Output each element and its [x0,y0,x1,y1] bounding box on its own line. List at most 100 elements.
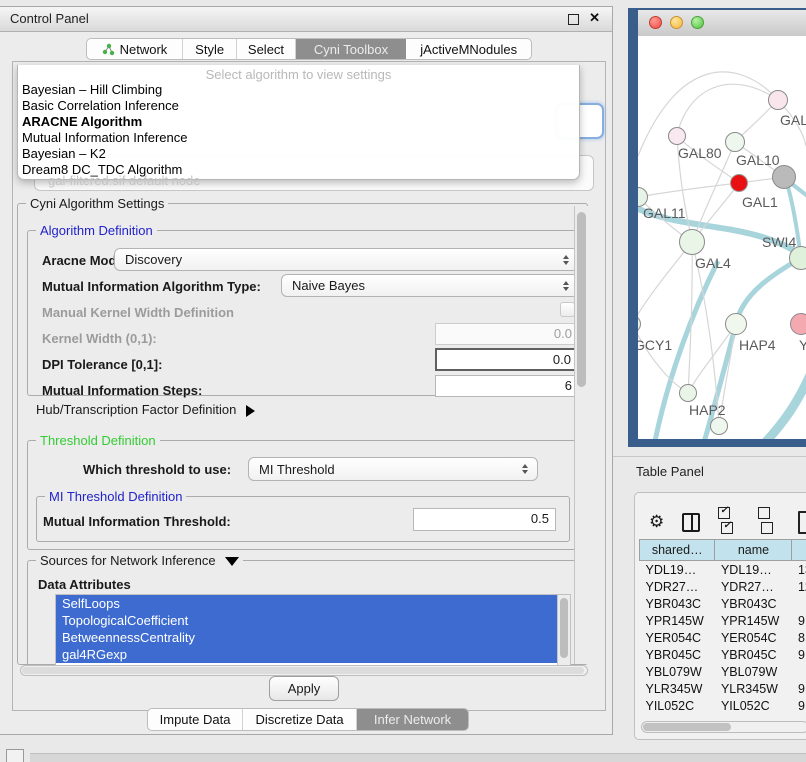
table-row[interactable]: YBR043CYBR043C [640,595,806,612]
cell[interactable]: YLR345W [715,680,792,697]
tab-select[interactable]: Select [237,39,295,59]
menu-item-mutual-information[interactable]: Mutual Information Inference [18,130,579,146]
document-icon[interactable] [798,511,806,534]
hub-definition-expander[interactable]: Hub/Transcription Factor Definition [36,402,255,417]
dpi-tolerance-label: DPI Tolerance [0,1]: [42,357,162,372]
settings-scrollbar[interactable] [574,206,588,664]
network-canvas[interactable]: GAL GAL80 GAL10 GAL1 GAL11 SWI4 GAL4 GCY… [638,36,806,439]
cell[interactable]: YBL079W [640,663,715,680]
cell[interactable]: YDR27… [715,578,792,595]
cell[interactable]: 9 [792,697,806,714]
network-node-gal10[interactable] [725,132,745,152]
table-row[interactable]: YBL079WYBL079W [640,663,806,680]
list-item-betweennesscentrality[interactable]: BetweennessCentrality [56,629,570,646]
menu-item-bayesian-hill-climbing[interactable]: Bayesian – Hill Climbing [18,82,579,98]
cell[interactable]: YDL19… [715,561,792,579]
tab-infer-network[interactable]: Infer Network [357,709,468,730]
which-threshold-combobox[interactable]: MI Threshold [248,457,538,481]
manual-kernel-width-checkbox[interactable] [560,302,575,317]
tab-network[interactable]: Network [87,39,183,59]
close-traffic-light-icon[interactable] [649,16,662,29]
cell[interactable]: YBR043C [715,595,792,612]
attributes-scrollbar[interactable] [557,595,570,665]
cell[interactable]: YDR27… [640,578,715,595]
network-node-gal-top[interactable] [768,90,788,110]
network-node-selected-red[interactable] [730,174,748,192]
column-header-cut[interactable]: A [792,540,806,561]
network-node-gray[interactable] [772,165,796,189]
cell[interactable]: YLR345W [640,680,715,697]
cell[interactable]: YPR145W [640,612,715,629]
cell[interactable]: 9. [792,680,806,697]
sources-title[interactable]: Sources for Network Inference [36,553,243,568]
cell[interactable] [792,595,806,612]
columns-icon[interactable] [682,513,700,532]
float-window-icon[interactable] [568,14,579,25]
cell[interactable]: YBR045C [640,646,715,663]
minimize-traffic-light-icon[interactable] [670,16,683,29]
cell[interactable] [792,663,806,680]
cell[interactable]: 8. [792,629,806,646]
cell[interactable]: YBR045C [715,646,792,663]
settings-hscrollbar[interactable] [20,665,588,676]
tab-impute-data[interactable]: Impute Data [148,709,243,730]
menu-item-aracne[interactable]: ARACNE Algorithm [18,114,579,130]
kernel-width-field[interactable]: 0.0 [435,323,579,345]
table-hscrollbar[interactable] [641,721,806,733]
cell[interactable]: YER054C [640,629,715,646]
cell[interactable]: 12 [792,578,806,595]
table-row[interactable]: YER054CYER054C8. [640,629,806,646]
cell[interactable]: 9. [792,612,806,629]
minimized-panel-icon[interactable] [6,749,24,762]
which-threshold-label: Which threshold to use: [83,462,231,477]
cell[interactable]: YER054C [715,629,792,646]
menu-item-bayesian-k2[interactable]: Bayesian – K2 [18,146,579,162]
list-item-selfloops[interactable]: SelfLoops [56,595,570,612]
network-node-gal4[interactable] [679,229,705,255]
select-all-checks-icon[interactable]: ✓✓ [718,507,740,537]
column-header-name[interactable]: name [715,540,792,561]
tab-jactivemnodules[interactable]: jActiveMNodules [406,39,531,59]
aracne-mode-combobox[interactable]: Discovery [114,248,579,271]
cell[interactable]: YIL052C [715,697,792,714]
data-attributes-label: Data Attributes [38,577,131,592]
dpi-tolerance-field[interactable]: 0.0 [435,348,579,371]
tab-style[interactable]: Style [183,39,237,59]
list-item-gal4rgexp[interactable]: gal4RGexp [56,646,570,663]
network-window-titlebar[interactable] [638,10,806,37]
network-node-bottom[interactable] [710,417,728,435]
list-item-topologicalcoefficient[interactable]: TopologicalCoefficient [56,612,570,629]
close-icon[interactable]: ✕ [589,10,600,26]
table-row[interactable]: YIL052CYIL052C9 [640,697,806,714]
unselect-all-checks-icon[interactable] [758,507,780,537]
cell[interactable]: 9. [792,646,806,663]
data-attributes-list[interactable]: SelfLoops TopologicalCoefficient Between… [55,594,571,665]
zoom-traffic-light-icon[interactable] [691,16,704,29]
tab-discretize-data[interactable]: Discretize Data [243,709,357,730]
network-node-salmon[interactable] [790,313,806,335]
stepper-icon [563,281,569,291]
gear-icon[interactable]: ⚙ [649,512,664,532]
tab-cyni-toolbox[interactable]: Cyni Toolbox [296,39,407,59]
table-row[interactable]: YLR345WYLR345W9. [640,680,806,697]
cell[interactable]: YIL052C [640,697,715,714]
network-node-gal80[interactable] [668,127,686,145]
table-row[interactable]: YDR27…YDR27…12 [640,578,806,595]
menu-item-basic-correlation[interactable]: Basic Correlation Inference [18,98,579,114]
cell[interactable]: YDL19… [640,561,715,579]
table-row[interactable]: YBR045CYBR045C9. [640,646,806,663]
mi-algorithm-type-combobox[interactable]: Naive Bayes [281,274,579,297]
table-row[interactable]: YDL19…YDL19…13 [640,561,806,579]
cell[interactable]: 13 [792,561,806,579]
cell[interactable]: YPR145W [715,612,792,629]
apply-button[interactable]: Apply [269,676,339,701]
control-panel-titlebar[interactable]: Control Panel ✕ [0,7,612,32]
network-node-hap2[interactable] [679,384,697,402]
table-row[interactable]: YPR145WYPR145W9. [640,612,806,629]
cell[interactable]: YBL079W [715,663,792,680]
mi-threshold-field[interactable]: 0.5 [413,508,556,531]
column-header-shared[interactable]: shared… [640,540,715,561]
network-node-hap4[interactable] [725,313,747,335]
mi-steps-field[interactable]: 6 [435,375,579,397]
cell[interactable]: YBR043C [640,595,715,612]
